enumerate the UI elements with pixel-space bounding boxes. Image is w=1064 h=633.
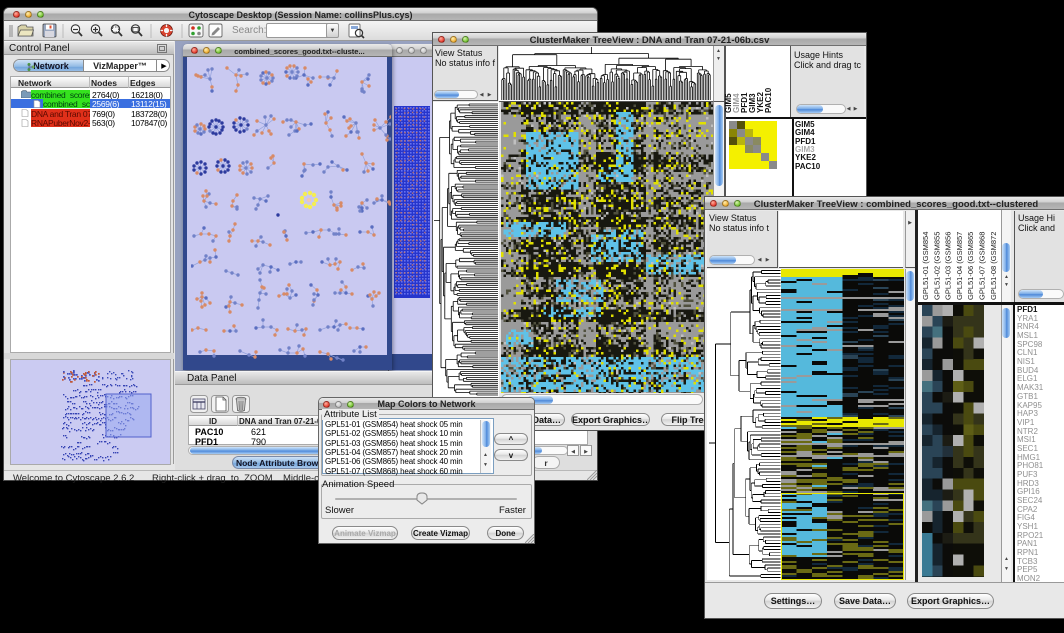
svg-text:GPL51-01 (GSM854: GPL51-01 (GSM854 [921, 232, 930, 300]
svg-text:GPL51-08 (GSM872: GPL51-08 (GSM872 [989, 232, 998, 300]
svg-text:GPL51-03 (GSM856: GPL51-03 (GSM856 [944, 232, 953, 300]
svg-text:GPL51-04 (GSM857: GPL51-04 (GSM857 [955, 232, 964, 300]
svg-text:PAC10: PAC10 [764, 87, 773, 113]
svg-text:GPL51-02 (GSM855: GPL51-02 (GSM855 [932, 232, 941, 300]
svg-text:GPL51-06 (GSM865: GPL51-06 (GSM865 [966, 232, 975, 300]
svg-text:GPL51-07 (GSM868: GPL51-07 (GSM868 [978, 232, 987, 300]
